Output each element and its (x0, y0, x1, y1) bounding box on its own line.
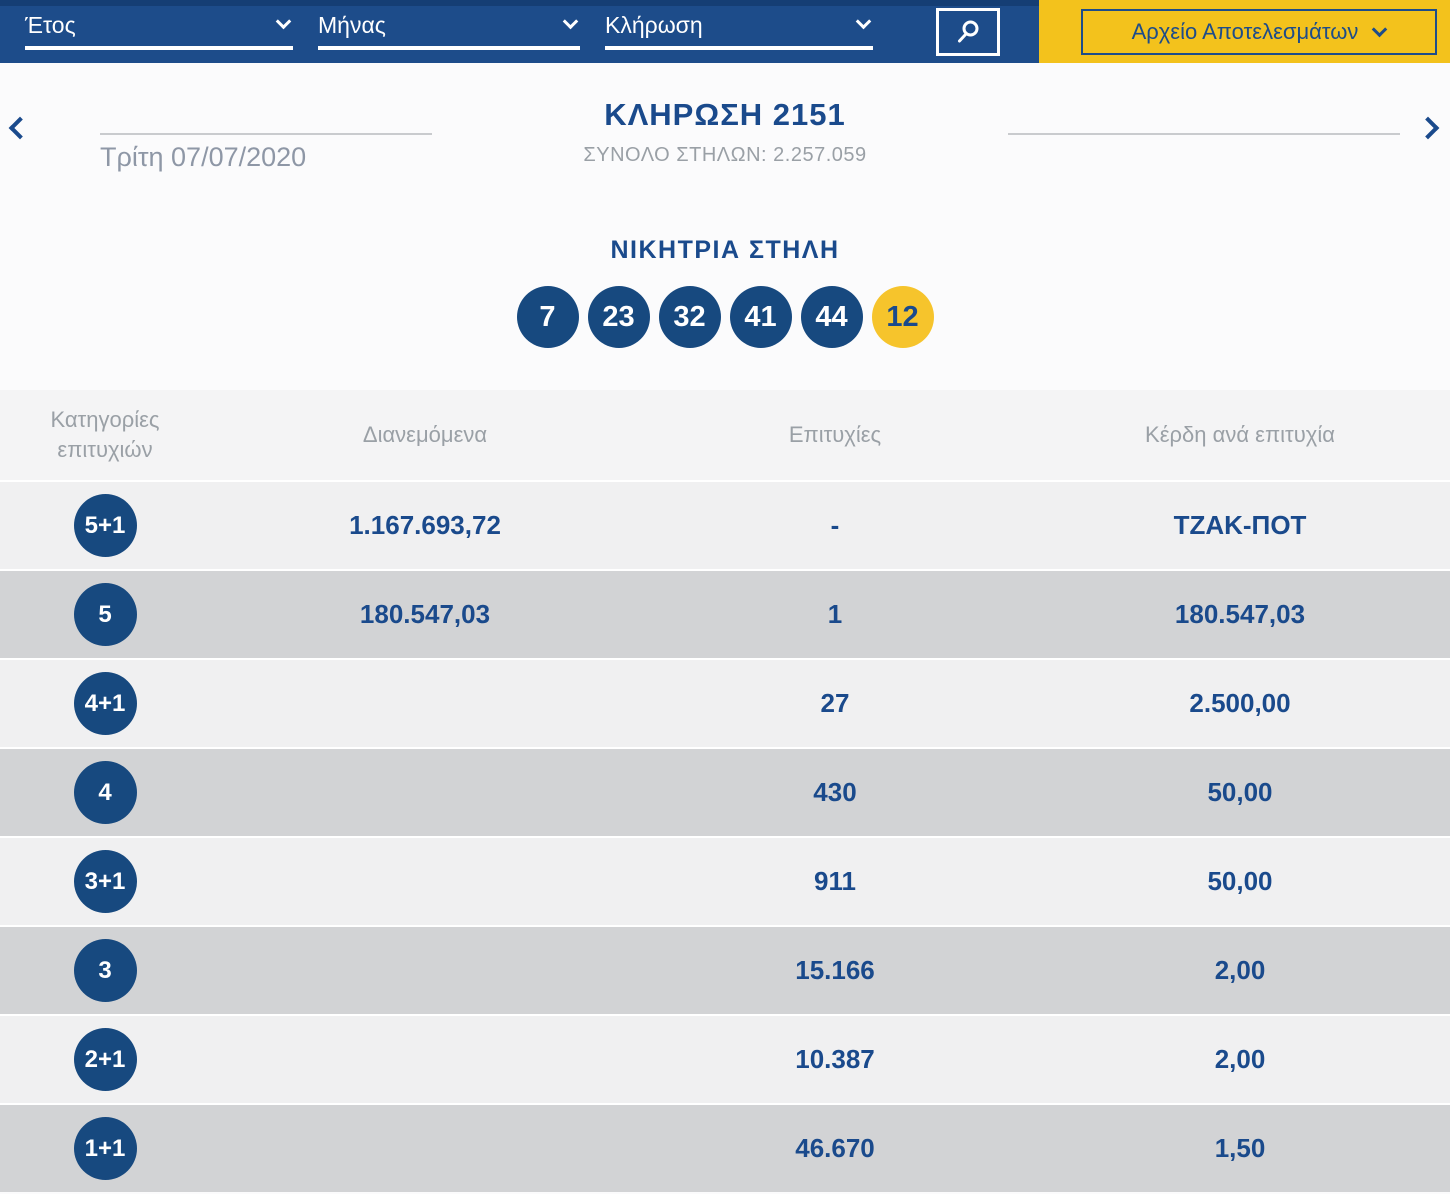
draw-navigation-header: Τρίτη 07/07/2020 ΚΛΗΡΩΣΗ 2151 ΣΥΝΟΛΟ ΣΤΗ… (0, 63, 1450, 210)
table-row: 4+1 27 2.500,00 (0, 658, 1450, 747)
draw-dropdown-label: Κλήρωση (605, 12, 703, 38)
archive-results-button[interactable]: Αρχείο Αποτελεσμάτων (1080, 8, 1437, 55)
winners-value: 46.670 (795, 1133, 875, 1163)
chevron-down-icon (1372, 21, 1388, 38)
winners-value: 27 (820, 688, 850, 718)
distributed-value: 1.167.693,72 (349, 510, 501, 540)
divider-line (100, 133, 432, 135)
winners-value: - (830, 510, 840, 540)
prize-value: 50,00 (1207, 866, 1273, 896)
draw-title: ΚΛΗΡΩΣΗ 2151 (604, 97, 846, 132)
winning-number-ball: 44 (800, 286, 863, 348)
archive-results-label: Αρχείο Αποτελεσμάτων (1131, 18, 1359, 44)
table-row: 2+1 10.387 2,00 (0, 1014, 1450, 1103)
category-ball: 5+1 (73, 494, 137, 557)
prize-value: ΤΖΑΚ-ΠΟΤ (1173, 510, 1307, 540)
category-ball: 3+1 (73, 850, 137, 913)
divider-line (1008, 133, 1400, 135)
prize-table: Κατηγορίες επιτυχιών Διανεμόμενα Επιτυχί… (0, 390, 1450, 1192)
winning-numbers: 7 23 32 41 44 12 (0, 286, 1450, 348)
table-row: 3+1 911 50,00 (0, 836, 1450, 925)
winning-column-section: ΝΙΚΗΤΡΙΑ ΣΤΗΛΗ 7 23 32 41 44 12 (0, 210, 1450, 390)
distributed-value: 180.547,03 (359, 599, 491, 629)
category-ball: 4+1 (73, 672, 137, 735)
chevron-down-icon (275, 13, 292, 30)
winners-value: 1 (827, 599, 843, 629)
header-distributed: Διανεμόμενα (362, 422, 488, 447)
year-dropdown[interactable]: Έτος (25, 12, 293, 50)
winning-column-title: ΝΙΚΗΤΡΙΑ ΣΤΗΛΗ (610, 236, 840, 264)
prize-table-header: Κατηγορίες επιτυχιών Διανεμόμενα Επιτυχί… (0, 390, 1450, 480)
category-ball: 2+1 (73, 1028, 137, 1091)
category-ball: 5 (73, 583, 137, 646)
month-dropdown[interactable]: Μήνας (318, 12, 580, 50)
filter-topbar: Έτος Μήνας Κλήρωση Αρχείο Αποτελεσμάτων (0, 0, 1450, 63)
prize-value: 50,00 (1207, 777, 1273, 807)
prize-value: 2,00 (1214, 955, 1266, 985)
category-ball: 4 (73, 761, 137, 824)
winning-number-ball: 32 (658, 286, 721, 348)
header-category: Κατηγορίες επιτυχιών (50, 407, 160, 462)
header-prize: Κέρδη ανά επιτυχία (1145, 422, 1335, 447)
table-row: 1+1 46.670 1,50 (0, 1103, 1450, 1192)
search-icon (954, 18, 982, 46)
winning-number-ball: 23 (587, 286, 650, 348)
category-ball: 1+1 (73, 1117, 137, 1180)
month-dropdown-label: Μήνας (318, 12, 386, 38)
chevron-down-icon (855, 13, 872, 30)
winners-value: 911 (814, 866, 856, 896)
prize-value: 2.500,00 (1189, 688, 1291, 718)
archive-panel: Αρχείο Αποτελεσμάτων (1039, 0, 1450, 63)
table-row: 5+1 1.167.693,72 - ΤΖΑΚ-ΠΟΤ (0, 480, 1450, 569)
winners-value: 15.166 (795, 955, 875, 985)
draw-dropdown[interactable]: Κλήρωση (605, 12, 873, 50)
prize-value: 2,00 (1214, 1044, 1266, 1074)
winning-number-ball: 7 (516, 286, 579, 348)
year-dropdown-label: Έτος (25, 12, 76, 38)
total-columns-subtitle: ΣΥΝΟΛΟ ΣΤΗΛΩΝ: 2.257.059 (583, 144, 867, 166)
search-button[interactable] (936, 8, 1000, 56)
winning-number-ball: 41 (729, 286, 792, 348)
table-row: 3 15.166 2,00 (0, 925, 1450, 1014)
header-winners: Επιτυχίες (788, 422, 882, 447)
table-row: 5 180.547,03 1 180.547,03 (0, 569, 1450, 658)
chevron-down-icon (562, 13, 579, 30)
category-ball: 3 (73, 939, 137, 1002)
winners-value: 10.387 (795, 1044, 875, 1074)
prize-value: 180.547,03 (1174, 599, 1306, 629)
table-row: 4 430 50,00 (0, 747, 1450, 836)
winners-value: 430 (813, 777, 857, 807)
prize-value: 1,50 (1214, 1133, 1266, 1163)
joker-number-ball: 12 (871, 286, 934, 348)
